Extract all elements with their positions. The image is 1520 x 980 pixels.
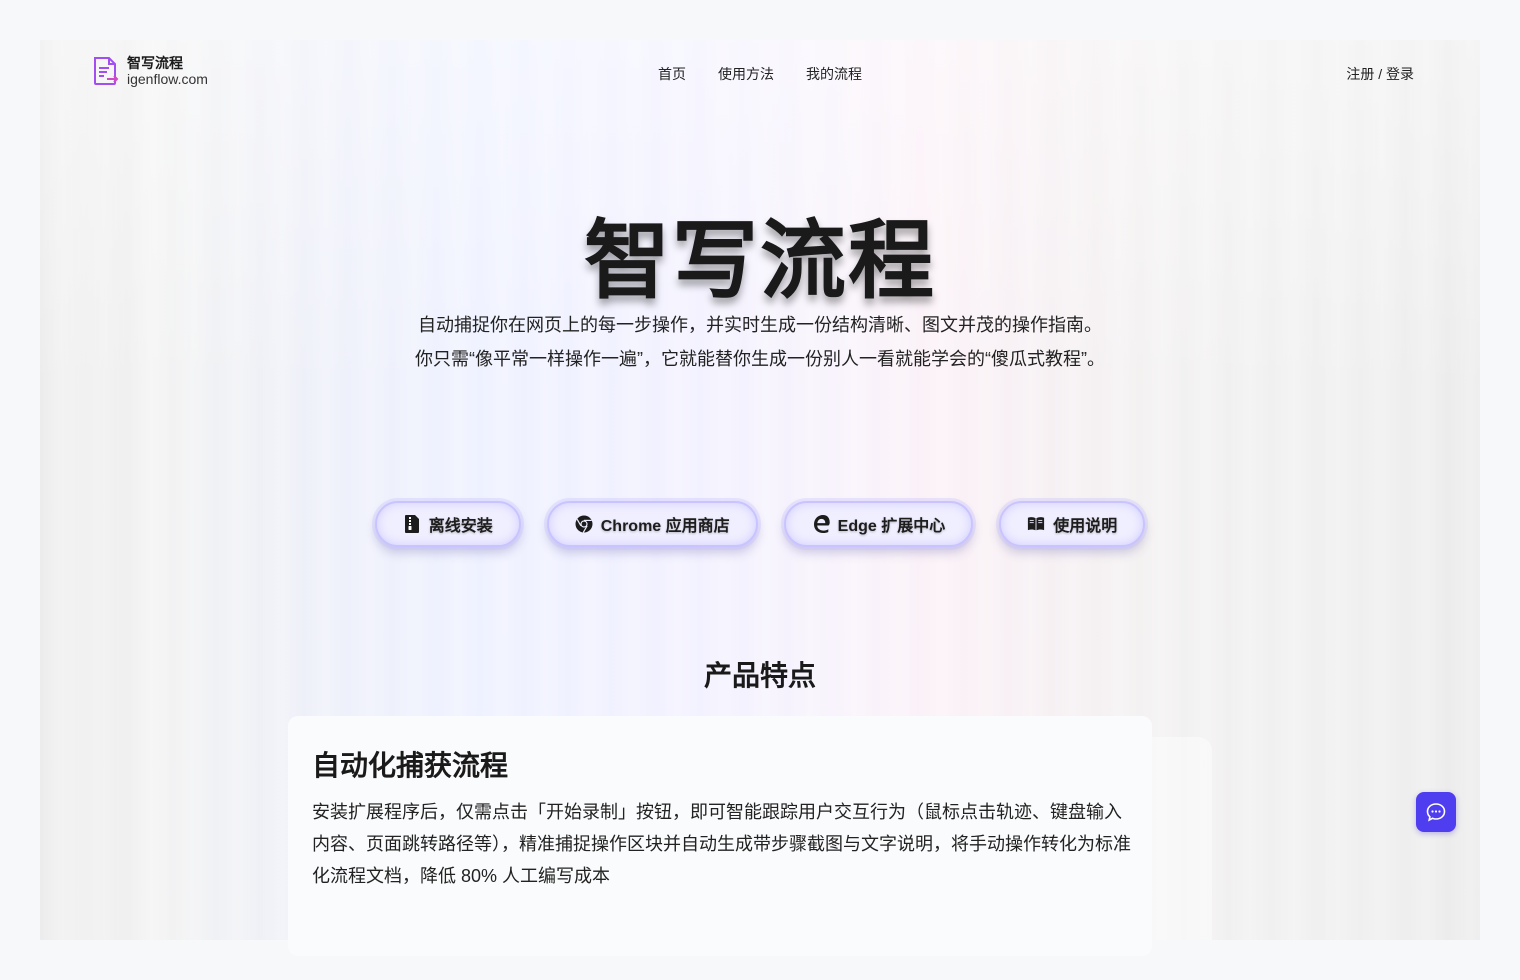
hero-subtitle-line-2: 你只需“像平常一样操作一遍”，它就能替你生成一份别人一看就能学会的“傻瓜式教程”… [415, 349, 1105, 369]
main-nav: 首页 使用方法 我的流程 [658, 64, 862, 84]
hero-subtitle-line-1: 自动捕捉你在网页上的每一步操作，并实时生成一份结构清晰、图文并茂的操作指南。 [418, 315, 1102, 335]
feature-card: 自动化捕获流程 安装扩展程序后，仅需点击「开始录制」按钮，即可智能跟踪用户交互行… [288, 716, 1152, 956]
offline-install-label: 离线安装 [428, 518, 493, 535]
edge-icon [813, 515, 830, 533]
chat-button[interactable] [1416, 792, 1456, 832]
book-icon [1028, 517, 1045, 531]
edge-extension-button[interactable]: Edge 扩展中心 [783, 501, 974, 547]
user-guide-button[interactable]: 使用说明 [999, 501, 1146, 547]
feature-card-title: 自动化捕获流程 [312, 750, 509, 781]
logo-text: 智写流程 igenflow.com [127, 55, 208, 87]
register-login-link[interactable]: 注册 / 登录 [1346, 64, 1414, 84]
logo[interactable]: 智写流程 igenflow.com [92, 55, 208, 87]
document-logo-icon [94, 57, 119, 85]
hero-title: 智写流程 [584, 211, 936, 311]
header: 智写流程 igenflow.com 首页 使用方法 我的流程 注册 / 登录 [40, 40, 1480, 110]
chrome-store-button[interactable]: Chrome 应用商店 [546, 501, 758, 547]
nav-home[interactable]: 首页 [658, 64, 686, 84]
features-section-title: 产品特点 [703, 660, 816, 691]
zip-file-icon [404, 515, 419, 533]
brand-name: 智写流程 [127, 55, 183, 71]
chrome-store-label: Chrome 应用商店 [600, 518, 730, 535]
offline-install-button[interactable]: 离线安装 [374, 501, 521, 547]
brand-domain: igenflow.com [127, 71, 208, 87]
nav-usage[interactable]: 使用方法 [718, 64, 774, 84]
user-guide-label: 使用说明 [1053, 518, 1118, 535]
chat-icon [1426, 803, 1446, 822]
hero-subtitle: 自动捕捉你在网页上的每一步操作，并实时生成一份结构清晰、图文并茂的操作指南。 你… [40, 308, 1480, 376]
nav-my-flows[interactable]: 我的流程 [806, 64, 862, 84]
edge-extension-label: Edge 扩展中心 [837, 518, 946, 535]
feature-card-description: 安装扩展程序后，仅需点击「开始录制」按钮，即可智能跟踪用户交互行为（鼠标点击轨迹… [312, 802, 1131, 886]
chrome-icon [575, 515, 593, 533]
action-buttons: 离线安装 Chrome 应用商店 Edge 扩展中心 使用说明 [40, 501, 1480, 547]
